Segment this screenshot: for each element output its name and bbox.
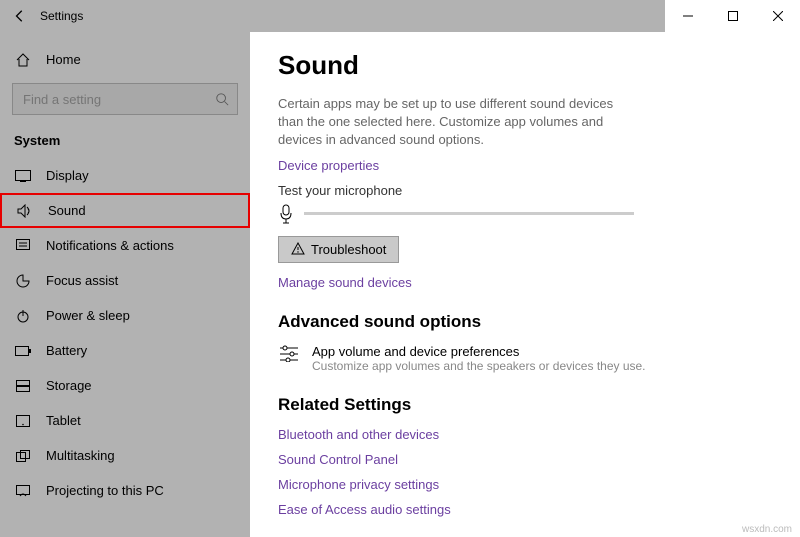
troubleshoot-button[interactable]: Troubleshoot <box>278 236 399 263</box>
sidebar-item-label: Notifications & actions <box>46 238 174 253</box>
test-mic-label: Test your microphone <box>278 183 772 198</box>
related-link-ease-access[interactable]: Ease of Access audio settings <box>278 502 772 517</box>
maximize-icon <box>728 11 738 21</box>
power-icon <box>14 309 32 323</box>
sidebar-item-battery[interactable]: Battery <box>0 333 250 368</box>
multitasking-icon <box>14 450 32 462</box>
app-volume-pref[interactable]: App volume and device preferences Custom… <box>278 344 772 373</box>
sidebar-item-label: Multitasking <box>46 448 115 463</box>
sidebar-item-notifications[interactable]: Notifications & actions <box>0 228 250 263</box>
sidebar-item-label: Battery <box>46 343 87 358</box>
focus-icon <box>14 274 32 288</box>
advanced-heading: Advanced sound options <box>278 312 772 332</box>
titlebar: Settings <box>0 0 800 32</box>
main-content: Sound Certain apps may be set up to use … <box>250 32 800 537</box>
sidebar-item-power[interactable]: Power & sleep <box>0 298 250 333</box>
display-icon <box>14 170 32 182</box>
sidebar-item-label: Sound <box>48 203 86 218</box>
storage-icon <box>14 380 32 392</box>
sidebar-item-label: Storage <box>46 378 92 393</box>
page-title: Sound <box>278 50 772 81</box>
minimize-button[interactable] <box>665 0 710 32</box>
sidebar-item-label: Display <box>46 168 89 183</box>
back-button[interactable] <box>0 9 40 23</box>
battery-icon <box>14 346 32 356</box>
minimize-icon <box>683 11 693 21</box>
close-button[interactable] <box>755 0 800 32</box>
search-icon <box>215 92 229 106</box>
microphone-icon <box>278 204 294 224</box>
sidebar-item-display[interactable]: Display <box>0 158 250 193</box>
search-box[interactable] <box>12 83 238 115</box>
sound-icon <box>16 204 34 218</box>
window-controls <box>665 0 800 32</box>
sidebar-item-storage[interactable]: Storage <box>0 368 250 403</box>
pref-subtitle: Customize app volumes and the speakers o… <box>312 359 646 373</box>
sidebar-category: System <box>0 125 250 158</box>
related-link-mic-privacy[interactable]: Microphone privacy settings <box>278 477 772 492</box>
notifications-icon <box>14 239 32 253</box>
sidebar-item-multitasking[interactable]: Multitasking <box>0 438 250 473</box>
sidebar-item-label: Focus assist <box>46 273 118 288</box>
sidebar-item-sound[interactable]: Sound <box>0 193 250 228</box>
sidebar-item-label: Projecting to this PC <box>46 483 164 498</box>
sidebar-item-focus-assist[interactable]: Focus assist <box>0 263 250 298</box>
related-link-control-panel[interactable]: Sound Control Panel <box>278 452 772 467</box>
troubleshoot-label: Troubleshoot <box>311 242 386 257</box>
tablet-icon <box>14 415 32 427</box>
device-properties-link[interactable]: Device properties <box>278 158 772 173</box>
related-link-bluetooth[interactable]: Bluetooth and other devices <box>278 427 772 442</box>
projecting-icon <box>14 485 32 497</box>
related-heading: Related Settings <box>278 395 772 415</box>
maximize-button[interactable] <box>710 0 755 32</box>
sidebar-item-projecting[interactable]: Projecting to this PC <box>0 473 250 508</box>
sidebar-home[interactable]: Home <box>0 42 250 77</box>
back-icon <box>13 9 27 23</box>
watermark: wsxdn.com <box>742 524 792 535</box>
window-title: Settings <box>40 9 83 23</box>
mic-level-bar <box>304 212 634 215</box>
page-description: Certain apps may be set up to use differ… <box>278 95 628 150</box>
sidebar-item-label: Tablet <box>46 413 81 428</box>
warning-icon <box>291 242 305 256</box>
sidebar-home-label: Home <box>46 52 81 67</box>
mic-level-row <box>278 204 772 224</box>
manage-devices-link[interactable]: Manage sound devices <box>278 275 772 290</box>
sidebar-item-tablet[interactable]: Tablet <box>0 403 250 438</box>
pref-title: App volume and device preferences <box>312 344 646 359</box>
search-input[interactable] <box>21 91 215 108</box>
sidebar: Home System Display Sound Notifications … <box>0 32 250 537</box>
sliders-icon <box>278 344 300 362</box>
sidebar-item-label: Power & sleep <box>46 308 130 323</box>
home-icon <box>14 52 32 68</box>
close-icon <box>773 11 783 21</box>
